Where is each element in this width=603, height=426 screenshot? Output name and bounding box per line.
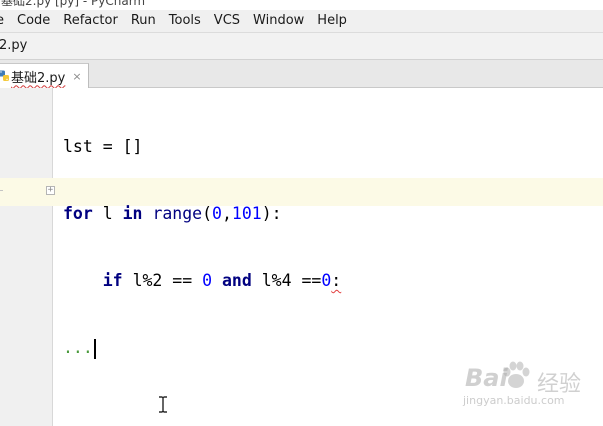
menu-file[interactable]: e — [0, 10, 11, 32]
keyword-if: if — [102, 271, 123, 290]
text-caret — [93, 338, 96, 359]
navigation-bar: 2.py — [0, 32, 603, 60]
paren-open: ( — [202, 204, 213, 223]
editor-tab-active[interactable]: 基础2.py × — [0, 63, 89, 88]
watermark-url: jingyan.baidu.com — [463, 394, 565, 407]
expression-mod4: l%4 == — [261, 271, 322, 290]
baidu-watermark: Bai 经验 jingyan.baidu.com — [455, 356, 595, 411]
breadcrumb-file[interactable]: 2.py — [0, 38, 27, 53]
title-bar: 基础2.py [py] - PyCharm — [0, 0, 603, 10]
menu-tools[interactable]: Tools — [163, 10, 208, 32]
expression-mod2: l%2 == — [132, 271, 203, 290]
number-start: 0 — [212, 204, 222, 223]
python-file-icon — [0, 70, 10, 82]
keyword-in: in — [122, 204, 143, 223]
ibeam-cursor-icon — [159, 396, 167, 413]
code-line-1: lst = [] — [63, 132, 341, 161]
colon-error: : — [331, 271, 342, 290]
number-end: 101 — [231, 204, 262, 223]
number-zero-2: 0 — [321, 271, 332, 290]
folded-ellipsis[interactable]: ... — [63, 338, 93, 357]
editor-gutter[interactable] — [0, 88, 53, 426]
window-title: 基础2.py [py] - PyCharm — [1, 0, 146, 8]
keyword-and: and — [221, 271, 252, 290]
number-zero-1: 0 — [202, 271, 213, 290]
code-line-4: ... — [63, 333, 341, 362]
paw-icon — [503, 361, 530, 388]
menu-help[interactable]: Help — [311, 10, 354, 32]
editor-tab-bar: 基础2.py × — [0, 60, 603, 88]
code-line-3: if l%2 == 0 and l%4 ==0: — [63, 266, 341, 295]
gutter-marker — [0, 190, 3, 191]
tab-close-icon[interactable]: × — [72, 70, 81, 83]
menu-refactor[interactable]: Refactor — [57, 10, 125, 32]
fold-expand-icon[interactable]: + — [46, 186, 55, 195]
comma: , — [221, 204, 232, 223]
pycharm-window: 基础2.py [py] - PyCharm e Code Refactor Ru… — [0, 0, 603, 426]
code-text: lst = [] — [63, 137, 143, 156]
paren-close-colon: ): — [261, 204, 282, 223]
tab-label: 基础2.py — [11, 70, 66, 86]
loop-variable: l — [102, 204, 113, 223]
menu-run[interactable]: Run — [125, 10, 163, 32]
menu-bar: e Code Refactor Run Tools VCS Window Hel… — [0, 10, 603, 32]
menu-vcs[interactable]: VCS — [208, 10, 247, 32]
keyword-for: for — [63, 204, 93, 223]
menu-window[interactable]: Window — [247, 10, 311, 32]
code-line-2: for l in range(0,101): — [63, 199, 341, 228]
code-content[interactable]: lst = [] for l in range(0,101): if l%2 =… — [63, 94, 341, 400]
menu-code[interactable]: Code — [11, 10, 57, 32]
builtin-range: range — [152, 204, 203, 223]
